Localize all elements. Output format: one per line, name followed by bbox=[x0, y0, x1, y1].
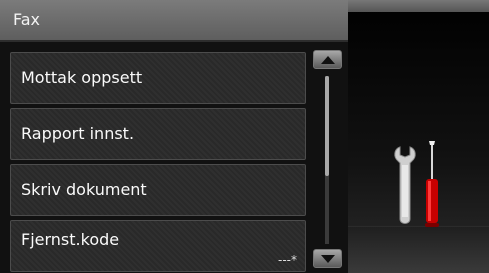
scroll-up-button[interactable] bbox=[313, 50, 342, 69]
menu-item-rapport-innst[interactable]: Rapport innst. bbox=[10, 108, 306, 160]
scroll-down-button[interactable] bbox=[313, 249, 342, 268]
screwdriver-icon bbox=[425, 141, 439, 227]
scroll-thumb[interactable] bbox=[325, 76, 329, 176]
settings-illustration-panel bbox=[348, 0, 489, 273]
menu-item-mottak-oppsett[interactable]: Mottak oppsett bbox=[10, 52, 306, 104]
scrollbar[interactable] bbox=[311, 48, 346, 270]
menu-item-label: Rapport innst. bbox=[21, 124, 135, 143]
menu-item-value: ---* bbox=[278, 253, 297, 267]
arrow-up-icon bbox=[320, 55, 335, 64]
arrow-down-icon bbox=[320, 254, 335, 263]
right-header-strip bbox=[348, 0, 489, 12]
menu-item-label: Skriv dokument bbox=[21, 180, 147, 199]
tools-icon bbox=[394, 141, 439, 227]
title-bar: Fax bbox=[0, 0, 348, 42]
menu-item-skriv-dokument[interactable]: Skriv dokument bbox=[10, 164, 306, 216]
menu-item-label: Fjernst.kode bbox=[21, 230, 120, 249]
menu-item-fjernst-kode[interactable]: Fjernst.kode ---* bbox=[10, 220, 306, 272]
page-title: Fax bbox=[13, 10, 41, 29]
wrench-icon bbox=[394, 146, 416, 224]
menu-item-label: Mottak oppsett bbox=[21, 68, 143, 87]
menu-panel: Fax Mottak oppsett Rapport innst. Skriv … bbox=[0, 0, 348, 273]
scroll-track[interactable] bbox=[325, 76, 329, 244]
